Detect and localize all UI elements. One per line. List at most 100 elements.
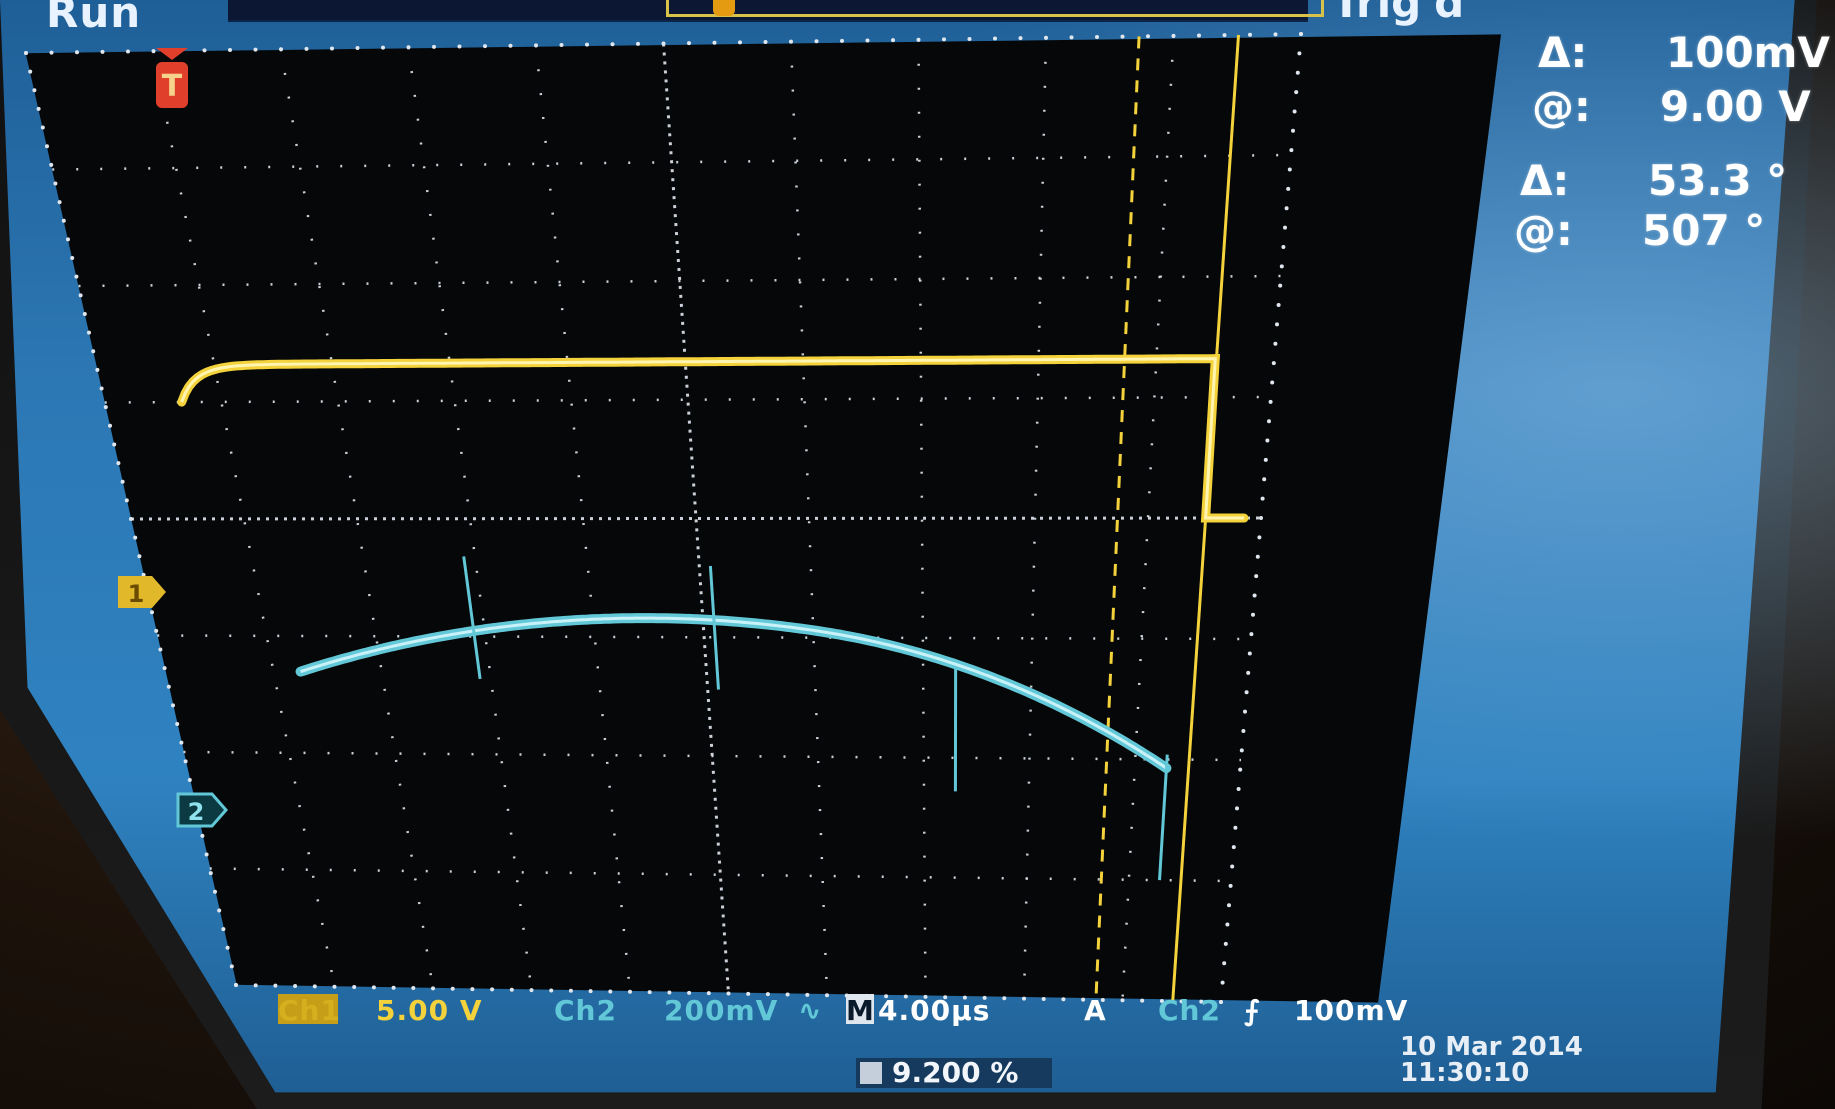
grid-border-tick — [228, 47, 232, 52]
ch1-waveform-core — [180, 357, 1245, 520]
timebase-value[interactable]: 4.00µs — [878, 994, 990, 1027]
grid-border-tick — [610, 42, 615, 47]
grid-border-tick — [108, 423, 112, 428]
trigger-level[interactable]: 100mV — [1294, 994, 1408, 1027]
grid-border-tick — [1284, 206, 1289, 211]
grid-border-tick — [133, 535, 138, 540]
grid-border-tick — [1299, 32, 1303, 36]
grid-border-tick — [82, 311, 87, 316]
rising-edge-icon: ⨍ — [1244, 994, 1261, 1027]
grid-border-tick — [154, 628, 159, 633]
grid-border-tick — [1289, 148, 1294, 153]
ch1-scale[interactable]: 5.00 V — [376, 994, 483, 1027]
grid-border-tick — [1171, 33, 1176, 38]
grid-border-tick — [661, 41, 666, 46]
grid-border-tick — [1231, 845, 1236, 850]
grid-border-tick — [332, 984, 337, 989]
grid-border-tick — [1223, 941, 1228, 946]
ch1-ground-marker[interactable]: 1 — [116, 572, 168, 612]
grid-border-tick — [1297, 51, 1302, 56]
trigger-marker-label: T — [162, 69, 183, 104]
grid-border-tick — [1287, 167, 1292, 172]
grid-border-tick — [1227, 903, 1231, 908]
grid-border-tick — [95, 367, 100, 372]
grid-border-tick — [406, 45, 411, 50]
grid-border-tick — [1251, 612, 1255, 617]
grid-border-tick — [330, 46, 334, 51]
grid-border-tick — [1095, 35, 1099, 40]
grid-border-tick — [24, 51, 28, 55]
ch1-tag[interactable]: Ch1 — [278, 994, 340, 1027]
ch1-marker-label: 1 — [128, 580, 145, 608]
ch2-scale[interactable]: 200mV — [664, 994, 778, 1027]
ch2-glitch-spike — [1158, 754, 1169, 881]
grid-border-tick — [253, 983, 258, 988]
grid-border-tick — [120, 479, 125, 484]
trigger-source[interactable]: Ch2 — [1158, 994, 1221, 1027]
grid-border-tick — [814, 39, 819, 44]
grid-border-tick — [53, 181, 58, 186]
ch2-ground-marker[interactable]: 2 — [176, 790, 228, 830]
grid-border-tick — [1278, 283, 1283, 288]
grid-border-tick — [1263, 457, 1268, 462]
grid-border-tick — [789, 39, 793, 44]
grid-border-tick — [1268, 399, 1273, 404]
grid-border-tick — [559, 43, 564, 48]
voltage-delta-label: Δ: — [1538, 28, 1588, 77]
grid-border-tick — [183, 759, 188, 764]
grid-border-tick — [916, 37, 921, 42]
grid-border-tick — [70, 256, 75, 261]
trigger-marker-icon[interactable]: T — [152, 48, 192, 124]
ch2-waveform — [295, 613, 1172, 774]
grid-border-tick — [431, 986, 435, 991]
grid-border-tick — [687, 41, 691, 46]
grid-border-tick — [529, 988, 534, 993]
grid-border-tick — [483, 44, 487, 49]
grid-border-tick — [1235, 806, 1239, 811]
grid-border-tick — [1252, 593, 1257, 598]
grid-border-tick — [1222, 961, 1227, 966]
position-icon — [860, 1062, 882, 1084]
grid-border-tick — [179, 740, 184, 745]
grid-border-tick — [1292, 109, 1297, 114]
grid-border-tick — [636, 41, 640, 46]
grid-border-tick — [78, 293, 83, 298]
grid-border-tick — [1069, 35, 1074, 40]
grid-vertical-line — [407, 47, 533, 991]
ch2-glitch-spike — [708, 565, 720, 690]
grid-border-tick — [355, 46, 360, 51]
grid-border-tick — [738, 40, 742, 45]
grid-border-tick — [1228, 883, 1233, 888]
grid-border-tick — [74, 274, 79, 279]
grid-border-tick — [202, 48, 207, 53]
grid-border-tick — [200, 833, 205, 838]
grid-border-tick — [1275, 322, 1279, 327]
grid-border-tick — [1294, 90, 1299, 95]
grid-border-tick — [1267, 419, 1271, 424]
grid-border-tick — [126, 49, 130, 54]
grid-border-tick — [1239, 748, 1244, 753]
ch2-tag[interactable]: Ch2 — [554, 994, 617, 1027]
grid-border-tick — [1257, 535, 1262, 540]
grid-border-tick — [1247, 651, 1252, 656]
grid-border-tick — [116, 461, 121, 466]
grid-border-tick — [45, 144, 49, 149]
grid-border-tick — [124, 498, 129, 503]
grid-border-tick — [166, 684, 171, 689]
grid-border-tick — [411, 986, 416, 991]
grid-lines — [24, 32, 1303, 1004]
grid-border-tick — [28, 69, 33, 74]
grid-border-tick — [1197, 33, 1201, 38]
grid-border-tick — [1241, 728, 1246, 733]
grid-border-tick — [1273, 341, 1278, 346]
grid-border-tick — [279, 47, 283, 52]
ch2-glitch-spikes — [462, 556, 1169, 881]
trigger-mode-icon: A — [1084, 994, 1107, 1027]
grid-border-tick — [1222, 33, 1227, 38]
grid-border-tick — [1271, 361, 1276, 366]
time-display: 11:30:10 — [1400, 1058, 1530, 1088]
grid-border-tick — [162, 666, 167, 671]
grid-border-tick — [137, 554, 142, 559]
grid-vertical-line — [789, 41, 829, 996]
grid-border-tick — [967, 36, 972, 41]
